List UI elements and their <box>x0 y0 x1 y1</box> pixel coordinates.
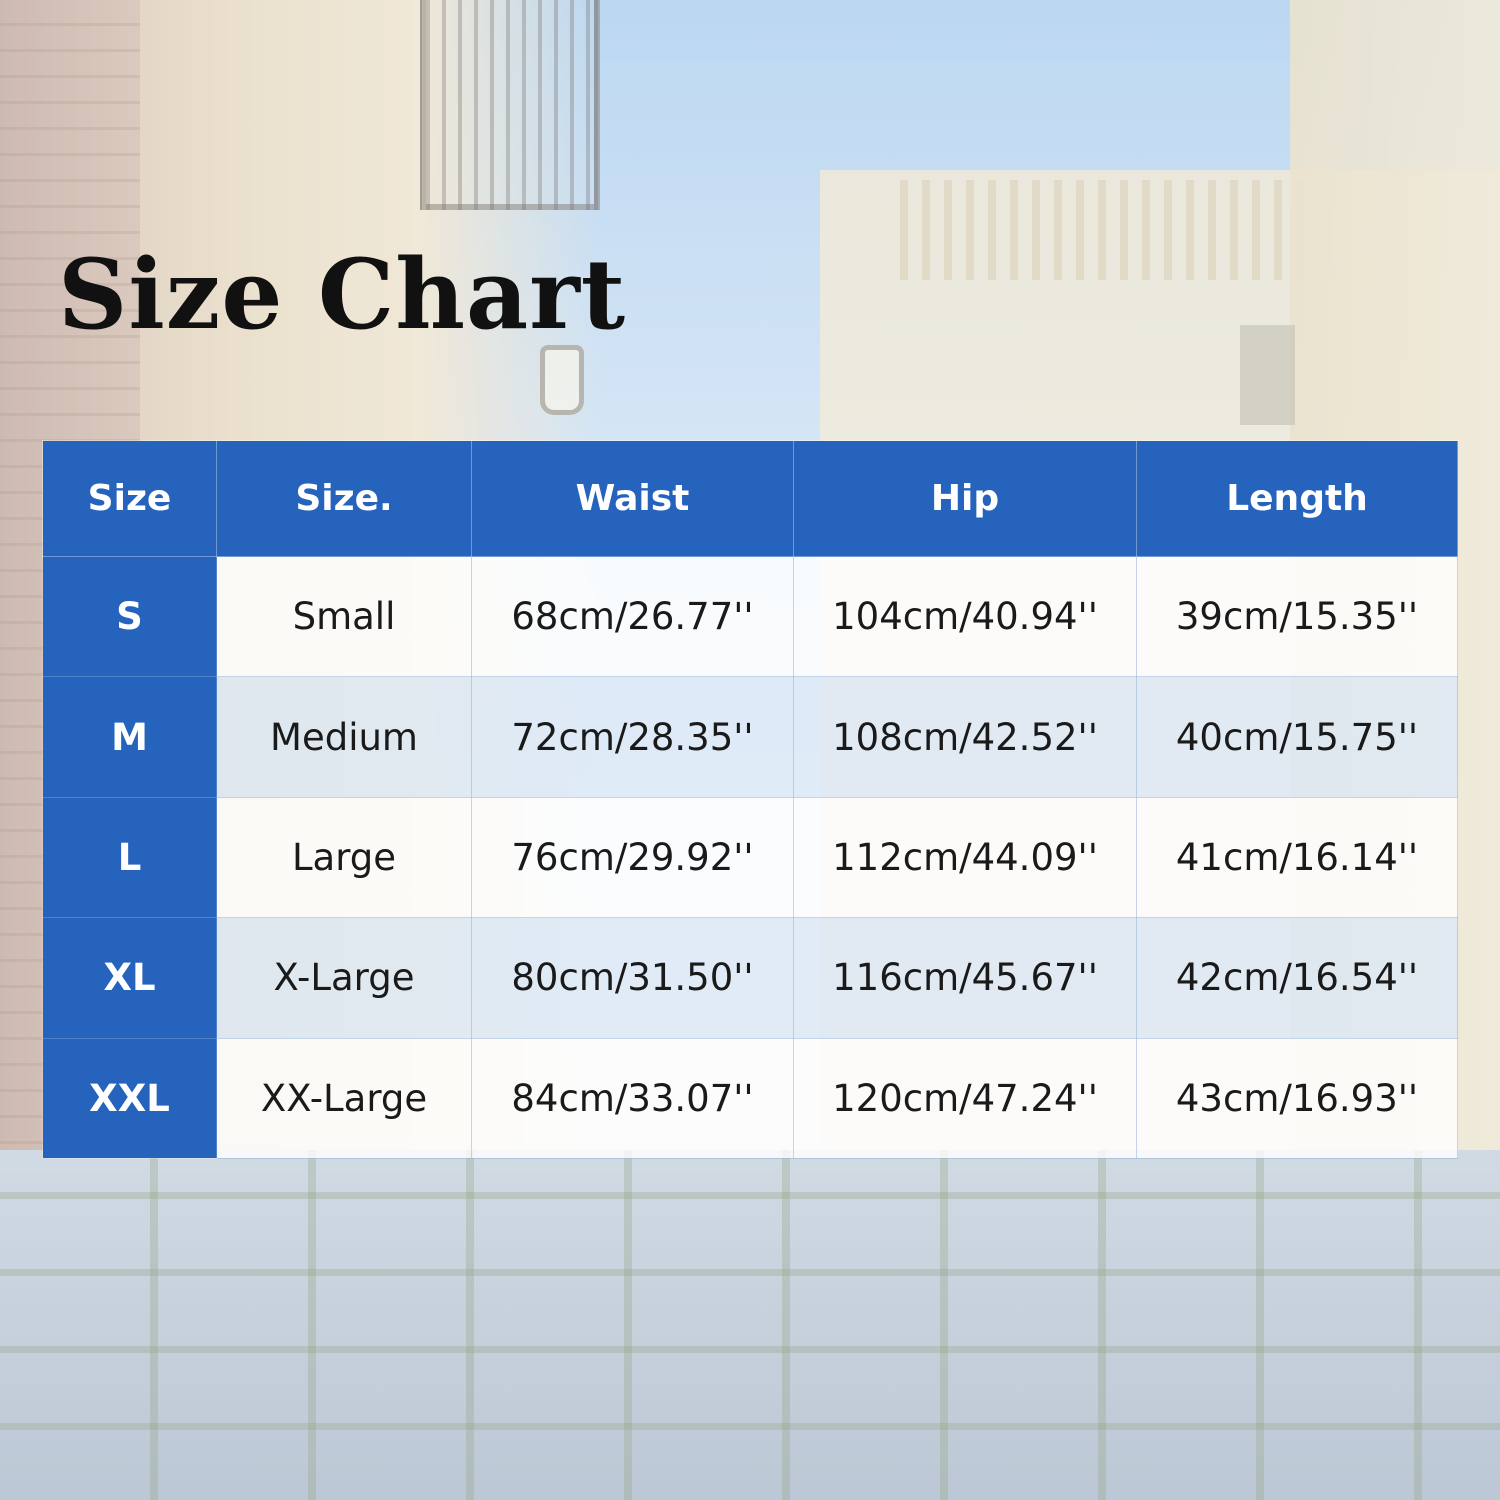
table-row: XL X-Large 80cm/31.50'' 116cm/45.67'' 42… <box>42 917 1458 1039</box>
page-title: Size Chart <box>58 238 627 351</box>
size-code-cell: L <box>42 796 217 919</box>
length-cell: 43cm/16.93'' <box>1136 1037 1458 1159</box>
size-code-cell: XL <box>42 917 217 1039</box>
hip-cell: 120cm/47.24'' <box>793 1037 1137 1159</box>
column-header-size: Size <box>42 440 217 557</box>
table-row: XXL XX-Large 84cm/33.07'' 120cm/47.24'' … <box>42 1037 1458 1159</box>
length-cell: 39cm/15.35'' <box>1136 555 1458 678</box>
size-name-cell: Small <box>216 555 472 678</box>
column-header-length: Length <box>1136 440 1458 557</box>
waist-cell: 84cm/33.07'' <box>471 1037 794 1159</box>
table-row: M Medium 72cm/28.35'' 108cm/42.52'' 40cm… <box>42 676 1458 798</box>
size-name-cell: Medium <box>216 676 472 798</box>
size-code-cell: XXL <box>42 1037 217 1159</box>
waist-cell: 76cm/29.92'' <box>471 796 794 919</box>
hip-cell: 116cm/45.67'' <box>793 917 1137 1039</box>
header-row: Size Size. Waist Hip Length <box>42 440 1458 557</box>
length-cell: 40cm/15.75'' <box>1136 676 1458 798</box>
length-cell: 42cm/16.54'' <box>1136 917 1458 1039</box>
hip-cell: 104cm/40.94'' <box>793 555 1137 678</box>
hip-cell: 112cm/44.09'' <box>793 796 1137 919</box>
size-name-cell: Large <box>216 796 472 919</box>
waist-cell: 80cm/31.50'' <box>471 917 794 1039</box>
column-header-size-name: Size. <box>216 440 472 557</box>
table-row: L Large 76cm/29.92'' 112cm/44.09'' 41cm/… <box>42 796 1458 919</box>
column-header-hip: Hip <box>793 440 1137 557</box>
size-chart-table: Size Size. Waist Hip Length S Small 68cm… <box>42 440 1458 1159</box>
size-code-cell: S <box>42 555 217 678</box>
table-row: S Small 68cm/26.77'' 104cm/40.94'' 39cm/… <box>42 555 1458 678</box>
size-name-cell: X-Large <box>216 917 472 1039</box>
size-code-cell: M <box>42 676 217 798</box>
waist-cell: 72cm/28.35'' <box>471 676 794 798</box>
size-name-cell: XX-Large <box>216 1037 472 1159</box>
waist-cell: 68cm/26.77'' <box>471 555 794 678</box>
column-header-waist: Waist <box>471 440 794 557</box>
length-cell: 41cm/16.14'' <box>1136 796 1458 919</box>
hip-cell: 108cm/42.52'' <box>793 676 1137 798</box>
